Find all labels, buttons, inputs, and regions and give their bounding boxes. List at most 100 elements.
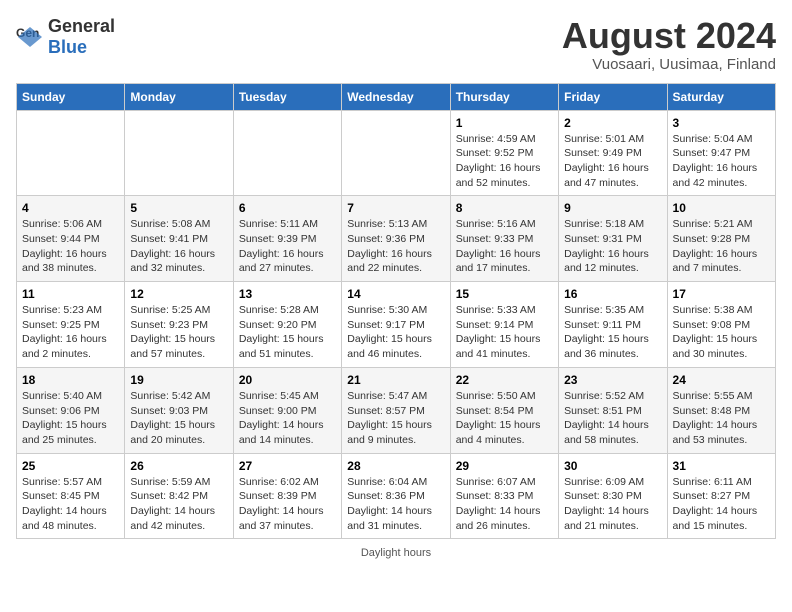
title-block: August 2024 Vuosaari, Uusimaa, Finland xyxy=(562,16,776,73)
day-number: 17 xyxy=(673,287,770,301)
day-info: Sunrise: 5:50 AM Sunset: 8:54 PM Dayligh… xyxy=(456,389,553,448)
calendar-cell: 7 Sunrise: 5:13 AM Sunset: 9:36 PM Daylig… xyxy=(342,196,450,282)
logo-blue: Blue xyxy=(48,37,87,57)
day-number: 29 xyxy=(456,459,553,473)
weekday-header-row: SundayMondayTuesdayWednesdayThursdayFrid… xyxy=(17,83,776,110)
day-number: 20 xyxy=(239,373,336,387)
weekday-header-sunday: Sunday xyxy=(17,83,125,110)
calendar-cell: 13 Sunrise: 5:28 AM Sunset: 9:20 PM Dayli… xyxy=(233,282,341,368)
weekday-header-tuesday: Tuesday xyxy=(233,83,341,110)
day-info: Sunrise: 6:09 AM Sunset: 8:30 PM Dayligh… xyxy=(564,475,661,534)
day-number: 26 xyxy=(130,459,227,473)
calendar-cell: 19 Sunrise: 5:42 AM Sunset: 9:03 PM Dayli… xyxy=(125,367,233,453)
day-info: Sunrise: 5:28 AM Sunset: 9:20 PM Dayligh… xyxy=(239,303,336,362)
page-title: August 2024 xyxy=(562,16,776,56)
day-number: 3 xyxy=(673,116,770,130)
day-info: Sunrise: 5:13 AM Sunset: 9:36 PM Dayligh… xyxy=(347,217,444,276)
calendar-cell: 28Sunrise: 6:04 AM Sunset: 8:36 PM Dayli… xyxy=(342,453,450,539)
weekday-header-monday: Monday xyxy=(125,83,233,110)
calendar-cell: 16Sunrise: 5:35 AM Sunset: 9:11 PM Dayli… xyxy=(559,282,667,368)
calendar-cell: 27 Sunrise: 6:02 AM Sunset: 8:39 PM Dayli… xyxy=(233,453,341,539)
calendar-cell: 5 Sunrise: 5:08 AM Sunset: 9:41 PM Daylig… xyxy=(125,196,233,282)
day-info: Sunrise: 5:23 AM Sunset: 9:25 PM Dayligh… xyxy=(22,303,119,362)
calendar-cell: 23Sunrise: 5:52 AM Sunset: 8:51 PM Dayli… xyxy=(559,367,667,453)
weekday-header-friday: Friday xyxy=(559,83,667,110)
day-info: Sunrise: 5:35 AM Sunset: 9:11 PM Dayligh… xyxy=(564,303,661,362)
calendar-week-1: 1Sunrise: 4:59 AM Sunset: 9:52 PM Daylig… xyxy=(17,110,776,196)
day-info: Sunrise: 5:16 AM Sunset: 9:33 PM Dayligh… xyxy=(456,217,553,276)
calendar-cell: 8 Sunrise: 5:16 AM Sunset: 9:33 PM Daylig… xyxy=(450,196,558,282)
calendar-cell: 25Sunrise: 5:57 AM Sunset: 8:45 PM Dayli… xyxy=(17,453,125,539)
day-number: 21 xyxy=(347,373,444,387)
day-info: Sunrise: 5:06 AM Sunset: 9:44 PM Dayligh… xyxy=(22,217,119,276)
day-number: 28 xyxy=(347,459,444,473)
day-number: 1 xyxy=(456,116,553,130)
day-number: 25 xyxy=(22,459,119,473)
calendar-cell: 24Sunrise: 5:55 AM Sunset: 8:48 PM Dayli… xyxy=(667,367,775,453)
day-info: Sunrise: 5:38 AM Sunset: 9:08 PM Dayligh… xyxy=(673,303,770,362)
day-info: Sunrise: 6:11 AM Sunset: 8:27 PM Dayligh… xyxy=(673,475,770,534)
calendar-cell: 30 Sunrise: 6:09 AM Sunset: 8:30 PM Dayli… xyxy=(559,453,667,539)
logo-icon: Gen xyxy=(16,23,44,51)
calendar-cell: 31 Sunrise: 6:11 AM Sunset: 8:27 PM Dayli… xyxy=(667,453,775,539)
day-info: Sunrise: 5:04 AM Sunset: 9:47 PM Dayligh… xyxy=(673,132,770,191)
weekday-header-saturday: Saturday xyxy=(667,83,775,110)
calendar-cell xyxy=(125,110,233,196)
calendar-cell: 29 Sunrise: 6:07 AM Sunset: 8:33 PM Dayli… xyxy=(450,453,558,539)
calendar-cell xyxy=(342,110,450,196)
day-info: Sunrise: 5:59 AM Sunset: 8:42 PM Dayligh… xyxy=(130,475,227,534)
day-number: 14 xyxy=(347,287,444,301)
weekday-header-thursday: Thursday xyxy=(450,83,558,110)
day-number: 22 xyxy=(456,373,553,387)
calendar-cell: 20 Sunrise: 5:45 AM Sunset: 9:00 PM Dayli… xyxy=(233,367,341,453)
day-info: Sunrise: 5:33 AM Sunset: 9:14 PM Dayligh… xyxy=(456,303,553,362)
day-info: Sunrise: 6:02 AM Sunset: 8:39 PM Dayligh… xyxy=(239,475,336,534)
page-header: Gen General Blue August 2024 Vuosaari, U… xyxy=(16,16,776,73)
day-number: 19 xyxy=(130,373,227,387)
day-number: 23 xyxy=(564,373,661,387)
calendar-cell: 15Sunrise: 5:33 AM Sunset: 9:14 PM Dayli… xyxy=(450,282,558,368)
daylight-legend: Daylight hours xyxy=(361,547,431,559)
calendar-cell: 11Sunrise: 5:23 AM Sunset: 9:25 PM Dayli… xyxy=(17,282,125,368)
day-number: 9 xyxy=(564,201,661,215)
calendar-cell: 9 Sunrise: 5:18 AM Sunset: 9:31 PM Daylig… xyxy=(559,196,667,282)
calendar-cell xyxy=(17,110,125,196)
day-info: Sunrise: 6:07 AM Sunset: 8:33 PM Dayligh… xyxy=(456,475,553,534)
calendar-week-2: 4 Sunrise: 5:06 AM Sunset: 9:44 PM Daylig… xyxy=(17,196,776,282)
calendar-cell: 14Sunrise: 5:30 AM Sunset: 9:17 PM Dayli… xyxy=(342,282,450,368)
day-number: 24 xyxy=(673,373,770,387)
day-info: Sunrise: 5:47 AM Sunset: 8:57 PM Dayligh… xyxy=(347,389,444,448)
logo: Gen General Blue xyxy=(16,16,115,58)
day-info: Sunrise: 5:40 AM Sunset: 9:06 PM Dayligh… xyxy=(22,389,119,448)
day-number: 7 xyxy=(347,201,444,215)
calendar-cell xyxy=(233,110,341,196)
calendar-cell: 26 Sunrise: 5:59 AM Sunset: 8:42 PM Dayli… xyxy=(125,453,233,539)
day-info: Sunrise: 5:21 AM Sunset: 9:28 PM Dayligh… xyxy=(673,217,770,276)
day-number: 18 xyxy=(22,373,119,387)
day-info: Sunrise: 5:18 AM Sunset: 9:31 PM Dayligh… xyxy=(564,217,661,276)
day-info: Sunrise: 5:45 AM Sunset: 9:00 PM Dayligh… xyxy=(239,389,336,448)
day-info: Sunrise: 5:42 AM Sunset: 9:03 PM Dayligh… xyxy=(130,389,227,448)
day-number: 13 xyxy=(239,287,336,301)
day-info: Sunrise: 5:25 AM Sunset: 9:23 PM Dayligh… xyxy=(130,303,227,362)
calendar-body: 1Sunrise: 4:59 AM Sunset: 9:52 PM Daylig… xyxy=(17,110,776,539)
day-number: 5 xyxy=(130,201,227,215)
day-number: 27 xyxy=(239,459,336,473)
calendar-cell: 12 Sunrise: 5:25 AM Sunset: 9:23 PM Dayli… xyxy=(125,282,233,368)
calendar-cell: 2Sunrise: 5:01 AM Sunset: 9:49 PM Daylig… xyxy=(559,110,667,196)
calendar-week-5: 25Sunrise: 5:57 AM Sunset: 8:45 PM Dayli… xyxy=(17,453,776,539)
calendar-week-4: 18 Sunrise: 5:40 AM Sunset: 9:06 PM Dayli… xyxy=(17,367,776,453)
day-number: 10 xyxy=(673,201,770,215)
day-info: Sunrise: 5:08 AM Sunset: 9:41 PM Dayligh… xyxy=(130,217,227,276)
day-number: 31 xyxy=(673,459,770,473)
day-number: 4 xyxy=(22,201,119,215)
calendar-cell: 10 Sunrise: 5:21 AM Sunset: 9:28 PM Dayli… xyxy=(667,196,775,282)
day-number: 12 xyxy=(130,287,227,301)
calendar-cell: 17 Sunrise: 5:38 AM Sunset: 9:08 PM Dayli… xyxy=(667,282,775,368)
weekday-header-wednesday: Wednesday xyxy=(342,83,450,110)
day-number: 8 xyxy=(456,201,553,215)
logo-general: General xyxy=(48,16,115,36)
day-number: 30 xyxy=(564,459,661,473)
calendar-cell: 21 Sunrise: 5:47 AM Sunset: 8:57 PM Dayli… xyxy=(342,367,450,453)
calendar-cell: 18 Sunrise: 5:40 AM Sunset: 9:06 PM Dayli… xyxy=(17,367,125,453)
